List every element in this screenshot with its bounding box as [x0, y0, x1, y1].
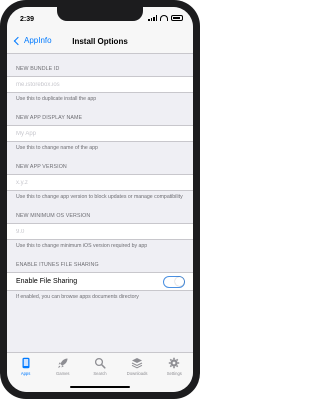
signal-icon: [148, 15, 157, 21]
file-sharing-footer: If enabled, you can browse apps document…: [16, 294, 139, 300]
battery-icon: [171, 15, 183, 21]
tab-label-search: Search: [93, 371, 107, 376]
tab-settings[interactable]: Settings: [157, 357, 191, 392]
section-header-file-sharing: ENABLE ITUNES FILE SHARING: [16, 262, 99, 268]
display-name-input[interactable]: [16, 130, 176, 137]
wifi-icon: [160, 15, 168, 21]
min-os-footer: Use this to change minimum iOS version r…: [16, 243, 148, 249]
display-name-row: [7, 125, 193, 142]
screen: 2:39 AppInfo Install Options NEW BUNDLE …: [7, 7, 193, 392]
min-os-input[interactable]: [16, 228, 176, 235]
section-header-app-version: NEW APP VERSION: [16, 164, 67, 170]
section-header-display-name: NEW APP DISPLAY NAME: [16, 115, 83, 121]
home-indicator: [70, 386, 130, 388]
tab-label-games: Games: [56, 371, 70, 376]
navigation-bar: AppInfo Install Options: [7, 31, 193, 54]
back-label: AppInfo: [24, 36, 52, 45]
gear-icon: [169, 357, 180, 369]
bundle-id-footer: Use this to duplicate install the app: [16, 96, 97, 102]
phone-frame: 2:39 AppInfo Install Options NEW BUNDLE …: [0, 0, 200, 399]
status-time: 2:39: [20, 16, 35, 23]
bundle-id-row: [7, 76, 193, 93]
tab-label-apps: Apps: [20, 371, 31, 376]
section-header-min-os: NEW MINIMUM OS VERSION: [16, 213, 91, 219]
min-os-row: [7, 223, 193, 240]
app-version-row: [7, 174, 193, 191]
install-options-form: NEW BUNDLE ID Use this to duplicate inst…: [7, 54, 193, 352]
app-version-input[interactable]: [16, 179, 176, 186]
notch: [57, 7, 143, 21]
tab-apps[interactable]: Apps: [9, 357, 43, 392]
toggle-knob: [174, 277, 184, 286]
back-button[interactable]: AppInfo: [13, 36, 52, 45]
rocket-icon: [57, 358, 68, 368]
layers-icon: [131, 358, 143, 369]
chevron-left-icon: [13, 36, 23, 45]
app-version-footer: Use this to change app version to block …: [16, 194, 183, 200]
file-sharing-row: Enable File Sharing: [7, 272, 193, 291]
tab-label-downloads: Downloads: [126, 371, 148, 376]
section-header-bundle-id: NEW BUNDLE ID: [16, 66, 60, 72]
search-icon: [94, 357, 106, 369]
bundle-id-input[interactable]: [16, 81, 176, 88]
file-sharing-label: Enable File Sharing: [16, 278, 78, 285]
apps-icon: [22, 357, 30, 369]
display-name-footer: Use this to change name of the app: [16, 145, 98, 151]
status-icons: [148, 15, 183, 21]
tab-label-settings: Settings: [166, 371, 182, 376]
file-sharing-toggle[interactable]: [163, 275, 185, 288]
